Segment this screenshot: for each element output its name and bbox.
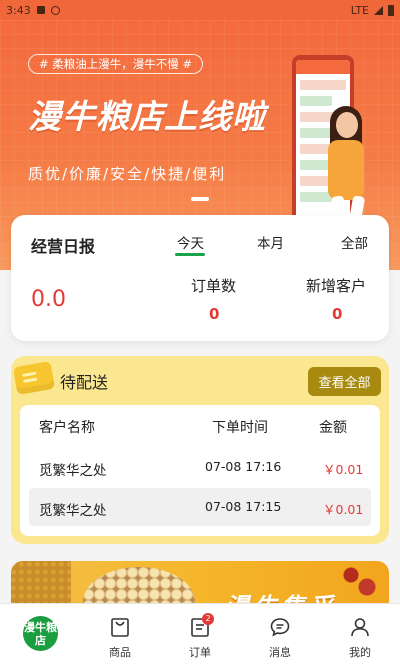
banner-slogan: # 柔粮油上漫牛，漫牛不慢 # [28, 54, 204, 74]
business-report-card: 经营日报 今天 本月 全部 0.0 订单数 0 新增客户 0 [11, 215, 389, 341]
nav-item-messages[interactable]: 消息 [240, 604, 320, 666]
nav-item-profile[interactable]: 我的 [320, 604, 400, 666]
table-row[interactable]: 觅繁华之处 07-08 17:15 ￥0.01 [29, 488, 371, 526]
nav-item-orders[interactable]: 订单 [160, 604, 240, 666]
red-dates-illustration [341, 565, 381, 601]
customer-name: 觅繁华之处 [39, 463, 107, 479]
column-header-order-time: 下单时间 [212, 420, 268, 436]
nav-label-profile: 我的 [349, 646, 371, 659]
column-header-amount: 金额 [319, 420, 347, 436]
report-title: 经营日报 [31, 237, 96, 256]
new-customers-label: 新增客户 [306, 277, 367, 295]
tab-today[interactable]: 今天 [177, 232, 204, 252]
pending-delivery-card: 待配送 查看全部 客户名称 下单时间 金额 觅繁华之处 07-08 17:16 … [11, 356, 389, 544]
sd-card-icon [36, 6, 45, 14]
nav-label-orders: 订单 [189, 646, 211, 659]
nav-item-products[interactable]: 商品 [80, 604, 160, 666]
status-bar: 3:43 LTE [0, 0, 400, 20]
bag-icon [111, 618, 129, 637]
signal-icon [374, 5, 383, 15]
customer-name: 觅繁华之处 [39, 503, 107, 519]
nav-label-products: 商品 [109, 646, 131, 659]
table-row[interactable]: 觅繁华之处 07-08 17:16 ￥0.01 [29, 448, 371, 486]
new-customers-value: 0 [332, 305, 343, 323]
user-icon [351, 618, 369, 637]
tab-this-month[interactable]: 本月 [257, 232, 284, 252]
battery-icon [388, 4, 394, 16]
nav-label-messages: 消息 [269, 646, 291, 659]
order-count-label: 订单数 [191, 277, 237, 295]
message-icon [270, 618, 290, 637]
view-all-button[interactable]: 查看全部 [308, 367, 381, 396]
column-header-customer: 客户名称 [39, 420, 95, 436]
pending-orders-table: 客户名称 下单时间 金额 觅繁华之处 07-08 17:16 ￥0.01 觅繁华… [20, 405, 380, 536]
tab-all[interactable]: 全部 [341, 232, 368, 252]
network-type: LTE [350, 3, 369, 17]
revenue-value: 0.0 [31, 287, 66, 312]
sync-icon [50, 5, 60, 15]
order-amount: ￥0.01 [323, 502, 364, 517]
nav-item-home[interactable]: 漫牛粮店 [0, 604, 80, 666]
order-count-value: 0 [209, 305, 220, 323]
status-time: 3:43 [6, 3, 31, 17]
banner-headline: 漫牛粮店上线啦 [28, 97, 266, 136]
order-time: 07-08 17:16 [205, 459, 282, 474]
active-tab-indicator [175, 253, 205, 256]
delivery-flag-icon [12, 360, 56, 396]
order-amount: ￥0.01 [323, 462, 364, 477]
banner-features: 质优/价廉/安全/快捷/便利 [28, 165, 227, 183]
home-logo-icon: 漫牛粮店 [23, 616, 58, 651]
order-time: 07-08 17:15 [205, 499, 282, 514]
orders-badge: 2 [202, 613, 214, 625]
bottom-navigation: 漫牛粮店 商品 订单 消息 我的 [0, 603, 400, 666]
carousel-indicator [191, 197, 209, 201]
pending-title: 待配送 [60, 373, 109, 392]
